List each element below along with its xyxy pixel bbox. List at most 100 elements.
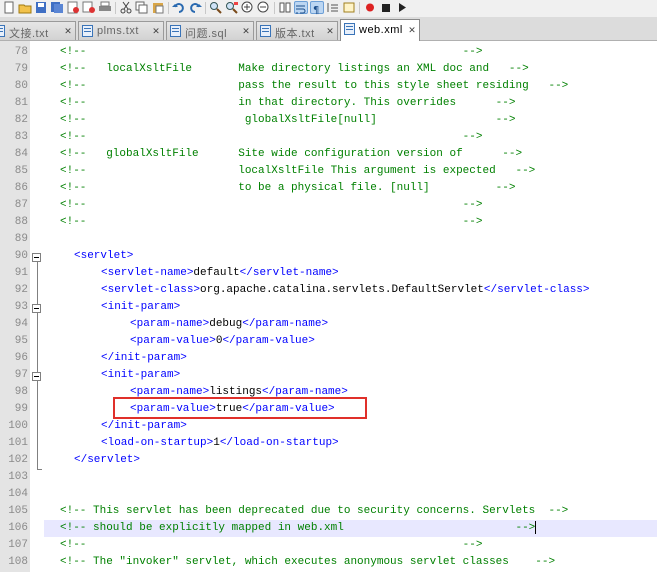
cut-icon[interactable] bbox=[119, 1, 133, 14]
code-line[interactable]: <!-- to be a physical file. [null] --> bbox=[44, 180, 657, 197]
line-number: 105 bbox=[8, 505, 28, 517]
line-number: 90 bbox=[14, 250, 28, 262]
code-line[interactable]: <load-on-startup>1</load-on-startup> bbox=[44, 435, 657, 452]
code-line[interactable]: <servlet> bbox=[44, 248, 657, 265]
copy-icon[interactable] bbox=[135, 1, 149, 14]
line-number: 82 bbox=[14, 114, 28, 126]
line-number: 81 bbox=[14, 97, 28, 109]
zoom-in-icon[interactable] bbox=[241, 1, 255, 14]
line-number: 91 bbox=[14, 267, 28, 279]
user-lang-icon[interactable] bbox=[342, 1, 356, 14]
line-number: 85 bbox=[14, 165, 28, 177]
indent-guide-icon[interactable] bbox=[326, 1, 340, 14]
line-number: 108 bbox=[8, 556, 28, 568]
close-all-icon[interactable] bbox=[82, 1, 96, 14]
tab-web-xml[interactable]: web.xml ✕ bbox=[340, 19, 420, 41]
save-all-icon[interactable] bbox=[50, 1, 64, 14]
fold-toggle-icon[interactable] bbox=[32, 372, 41, 381]
line-number: 102 bbox=[8, 454, 28, 466]
line-number: 78 bbox=[14, 46, 28, 58]
code-line[interactable]: <!-- --> bbox=[44, 44, 657, 61]
code-line[interactable]: <param-name>debug</param-name> bbox=[44, 316, 657, 333]
code-line[interactable]: <init-param> bbox=[44, 299, 657, 316]
code-line[interactable]: </init-param> bbox=[44, 418, 657, 435]
paste-icon[interactable] bbox=[151, 1, 165, 14]
code-line[interactable]: <!-- --> bbox=[44, 214, 657, 231]
find-icon[interactable] bbox=[209, 1, 223, 14]
play-macro-icon[interactable] bbox=[395, 1, 409, 14]
show-all-chars-icon[interactable]: ¶ bbox=[310, 1, 324, 16]
code-line[interactable]: </init-param> bbox=[44, 350, 657, 367]
close-tab-icon[interactable]: ✕ bbox=[241, 26, 251, 36]
file-icon bbox=[0, 25, 5, 37]
code-line[interactable]: <!-- pass the result to this style sheet… bbox=[44, 78, 657, 95]
toolbar: ¶ bbox=[0, 0, 657, 17]
code-line[interactable]: <!-- globalXsltFile[null] --> bbox=[44, 112, 657, 129]
code-line[interactable]: <param-value>0</param-value> bbox=[44, 333, 657, 350]
save-icon[interactable] bbox=[34, 1, 48, 14]
file-icon bbox=[344, 23, 355, 35]
tab-label: 版本.txt bbox=[275, 28, 315, 40]
line-number: 100 bbox=[8, 420, 28, 432]
code-line[interactable] bbox=[44, 486, 657, 503]
tab-label: 文接.txt bbox=[9, 28, 49, 40]
undo-icon[interactable] bbox=[172, 1, 186, 14]
stop-record-icon[interactable] bbox=[379, 1, 393, 14]
tab-label: plms.txt bbox=[97, 25, 139, 37]
svg-text:¶: ¶ bbox=[313, 5, 319, 15]
tab-plms-txt[interactable]: plms.txt ✕ bbox=[78, 21, 164, 40]
code-line[interactable]: <!-- localXsltFile Make directory listin… bbox=[44, 61, 657, 78]
line-number: 89 bbox=[14, 233, 28, 245]
code-line[interactable] bbox=[44, 231, 657, 248]
redo-icon[interactable] bbox=[188, 1, 202, 14]
close-icon[interactable] bbox=[66, 1, 80, 14]
sync-scroll-icon[interactable] bbox=[278, 1, 292, 14]
code-line[interactable] bbox=[44, 469, 657, 486]
line-number: 94 bbox=[14, 318, 28, 330]
code-line[interactable]: <servlet-class>org.apache.catalina.servl… bbox=[44, 282, 657, 299]
line-number: 80 bbox=[14, 80, 28, 92]
zoom-out-icon[interactable] bbox=[257, 1, 271, 14]
fold-toggle-icon[interactable] bbox=[32, 253, 41, 262]
code-line[interactable]: <!-- --> bbox=[44, 197, 657, 214]
replace-icon[interactable] bbox=[225, 1, 239, 14]
record-macro-icon[interactable] bbox=[363, 1, 377, 14]
line-number: 84 bbox=[14, 148, 28, 160]
file-icon bbox=[170, 25, 181, 37]
code-line[interactable]: <!-- localXsltFile This argument is expe… bbox=[44, 163, 657, 180]
code-line[interactable]: <!-- globalXsltFile Site wide configurat… bbox=[44, 146, 657, 163]
tab-wenjie-txt[interactable]: 文接.txt ✕ bbox=[0, 21, 76, 40]
line-number: 95 bbox=[14, 335, 28, 347]
line-number: 79 bbox=[14, 63, 28, 75]
code-line[interactable]: <!-- --> bbox=[44, 129, 657, 146]
tab-label: 问题.sql bbox=[185, 28, 228, 40]
code-line[interactable]: <servlet-name>default</servlet-name> bbox=[44, 265, 657, 282]
word-wrap-icon[interactable] bbox=[294, 1, 308, 14]
line-number: 104 bbox=[8, 488, 28, 500]
line-number: 98 bbox=[14, 386, 28, 398]
line-number: 103 bbox=[8, 471, 28, 483]
open-file-icon[interactable] bbox=[18, 1, 32, 14]
code-line[interactable]: <init-param> bbox=[44, 367, 657, 384]
tab-banben-txt[interactable]: 版本.txt ✕ bbox=[256, 21, 338, 40]
new-file-icon[interactable] bbox=[2, 1, 16, 14]
print-icon[interactable] bbox=[98, 1, 112, 14]
close-tab-icon[interactable]: ✕ bbox=[407, 25, 417, 35]
code-line-current[interactable]: <!-- should be explicitly mapped in web.… bbox=[44, 520, 657, 537]
line-number: 97 bbox=[14, 369, 28, 381]
fold-end-marker bbox=[37, 469, 42, 470]
code-line[interactable]: <!-- The "invoker" servlet, which execut… bbox=[44, 554, 657, 571]
code-line[interactable]: <!-- in that directory. This overrides -… bbox=[44, 95, 657, 112]
close-tab-icon[interactable]: ✕ bbox=[63, 26, 73, 36]
tab-wenti-sql[interactable]: 问题.sql ✕ bbox=[166, 21, 254, 40]
close-tab-icon[interactable]: ✕ bbox=[151, 26, 161, 36]
tab-bar: 文接.txt ✕ plms.txt ✕ 问题.sql ✕ 版本.txt ✕ we… bbox=[0, 17, 657, 41]
code-line[interactable]: <!-- This servlet has been deprecated du… bbox=[44, 503, 657, 520]
close-tab-icon[interactable]: ✕ bbox=[325, 26, 335, 36]
text-caret bbox=[535, 520, 537, 534]
fold-line bbox=[37, 258, 38, 470]
line-number: 88 bbox=[14, 216, 28, 228]
code-line[interactable]: <!-- --> bbox=[44, 537, 657, 554]
code-line[interactable]: </servlet> bbox=[44, 452, 657, 469]
fold-toggle-icon[interactable] bbox=[32, 304, 41, 313]
